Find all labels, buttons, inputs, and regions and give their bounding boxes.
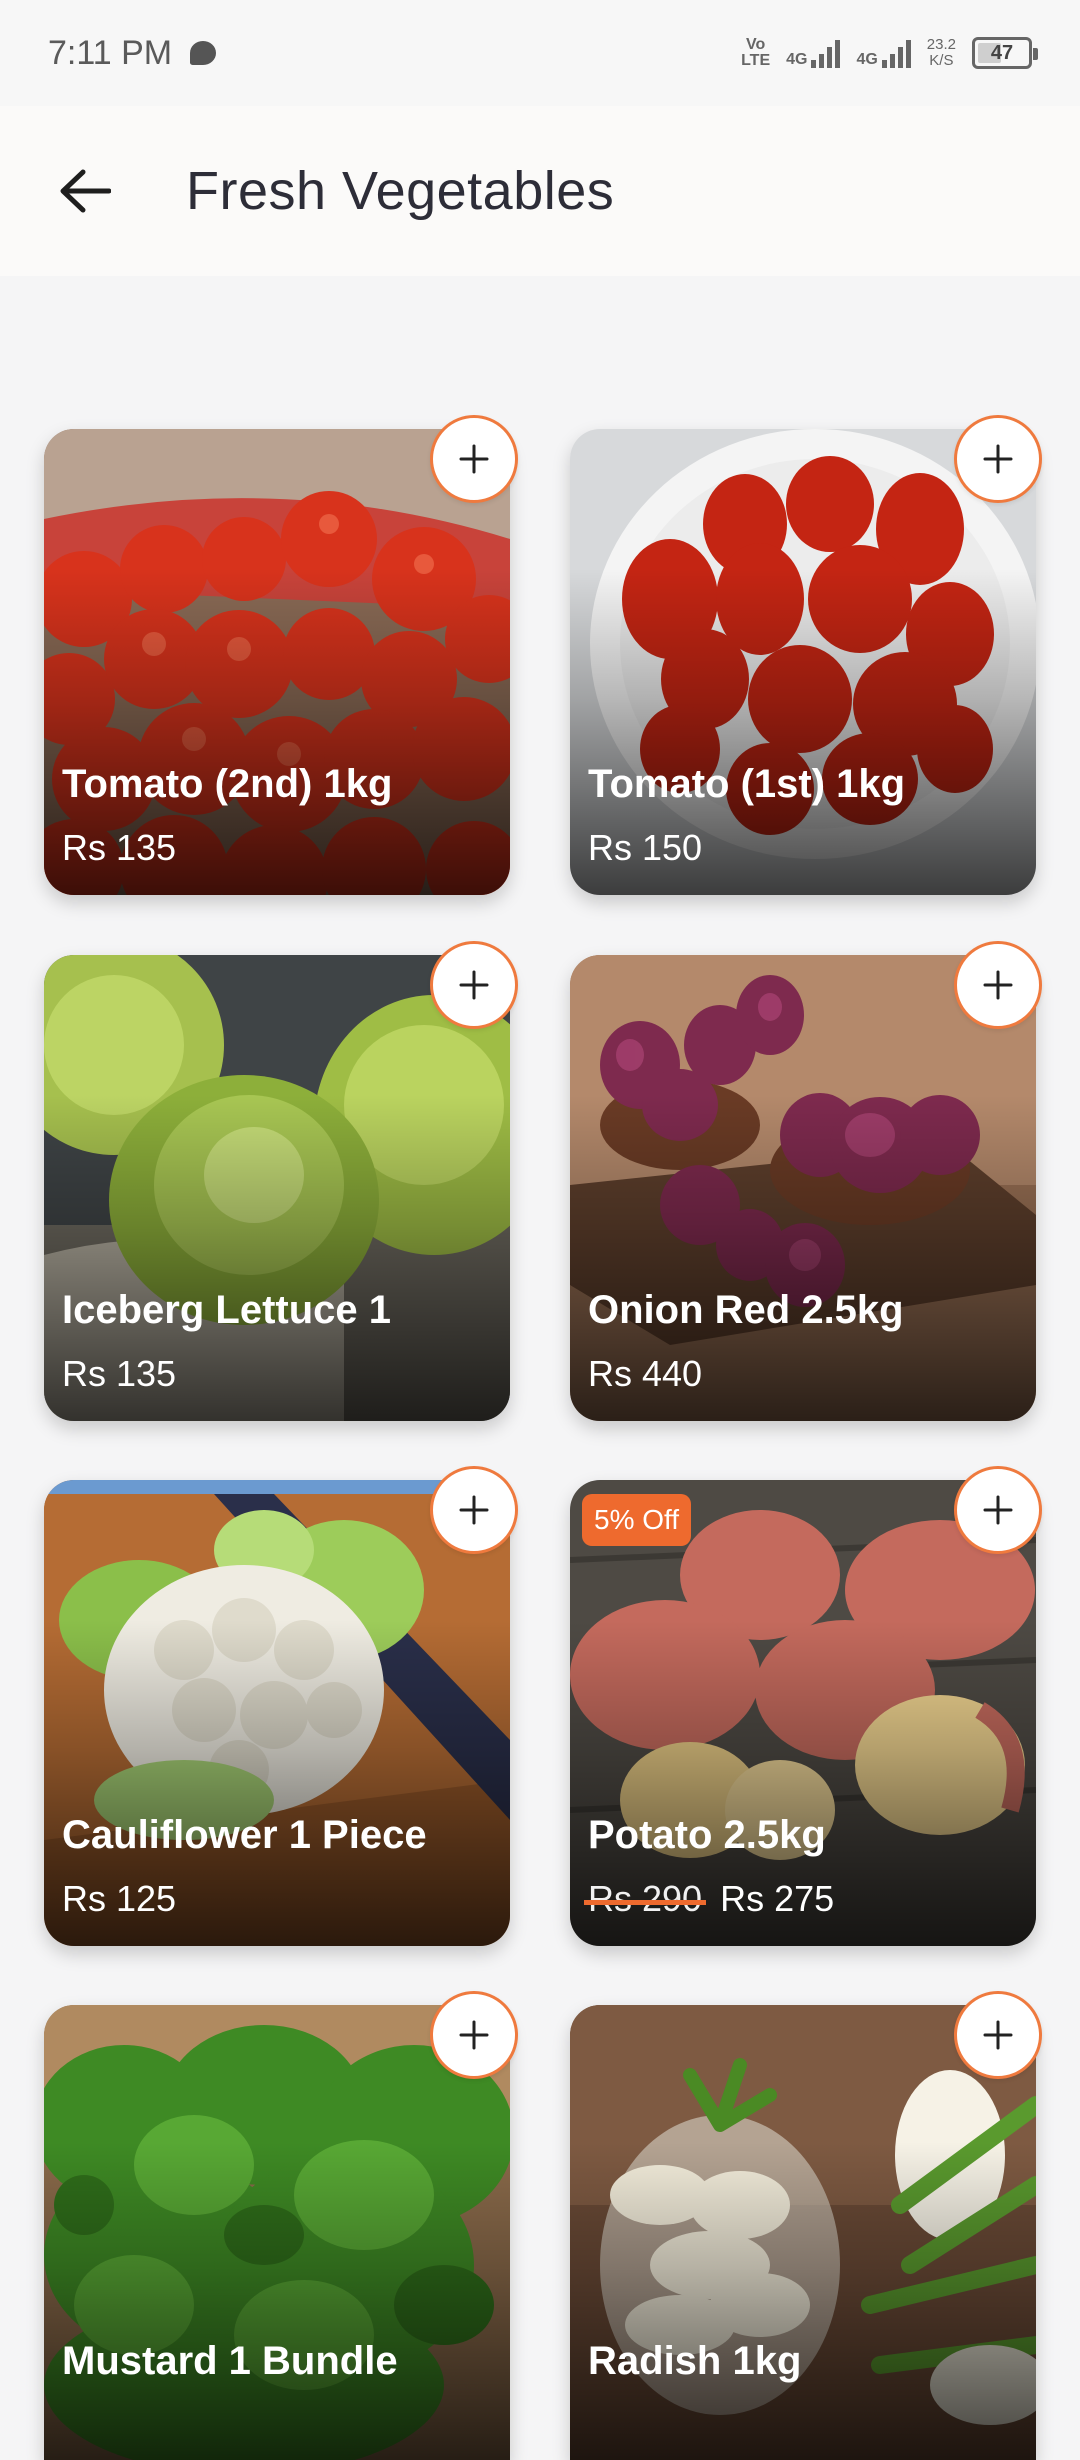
product-card[interactable]: 5% Off Potato 2.5kg Rs 290 Rs 275 (570, 1480, 1036, 1946)
product-card[interactable]: Cauliflower 1 Piece Rs 125 (44, 1480, 510, 1946)
add-to-cart-button[interactable] (430, 1466, 518, 1554)
product-card[interactable]: Iceberg Lettuce 1 Rs 135 (44, 955, 510, 1421)
product-name: Potato 2.5kg (588, 1813, 826, 1857)
product-card[interactable]: Radish 1kg (570, 2005, 1036, 2460)
product-price: Rs 150 (588, 827, 703, 868)
product-price: Rs 135 (62, 1353, 177, 1394)
product-name: Tomato (2nd) 1kg (62, 762, 393, 806)
product-price: Rs 440 (588, 1353, 703, 1394)
volte-bottom-label: LTE (741, 52, 771, 69)
battery-icon: 47 (972, 37, 1038, 69)
product-price: Rs 135 (62, 827, 177, 868)
network-type-2: 4G (856, 51, 878, 68)
product-name: Radish 1kg (588, 2339, 802, 2383)
network-speed: 23.2 K/S (927, 37, 956, 69)
product-card[interactable]: Tomato (2nd) 1kg Rs 135 (44, 429, 510, 895)
product-name: Onion Red 2.5kg (588, 1288, 904, 1332)
add-to-cart-button[interactable] (954, 1991, 1042, 2079)
original-price: Rs 290 (583, 1878, 707, 1919)
page-title: Fresh Vegetables (186, 161, 615, 221)
product-name: Iceberg Lettuce 1 (62, 1288, 392, 1332)
message-notification-icon (190, 41, 217, 65)
product-name: Cauliflower 1 Piece (62, 1813, 427, 1857)
plus-icon (459, 1495, 489, 1525)
add-to-cart-button[interactable] (430, 1991, 518, 2079)
plus-icon (983, 1495, 1013, 1525)
signal-bars-icon (811, 38, 841, 68)
signal-1: 4G (786, 38, 841, 68)
speed-unit: K/S (929, 52, 954, 69)
signal-bars-icon (881, 38, 911, 68)
status-time: 7:11 PM (48, 33, 173, 72)
plus-icon (983, 2020, 1013, 2050)
add-to-cart-button[interactable] (430, 941, 518, 1029)
arrow-left-icon (60, 169, 111, 213)
add-to-cart-button[interactable] (954, 1466, 1042, 1554)
product-price: Rs 125 (62, 1878, 177, 1919)
discount-badge: 5% Off (582, 1494, 692, 1546)
product-name: Tomato (1st) 1kg (588, 762, 906, 806)
status-icons: Vo LTE 4G 4G 23.2 K/S 47 (741, 37, 1038, 69)
add-to-cart-button[interactable] (954, 415, 1042, 503)
plus-icon (983, 444, 1013, 474)
add-to-cart-button[interactable] (430, 415, 518, 503)
signal-2: 4G (856, 38, 911, 68)
product-card[interactable]: Onion Red 2.5kg Rs 440 (570, 955, 1036, 1421)
app-bar: Fresh Vegetables (0, 106, 1080, 276)
network-type-1: 4G (786, 51, 808, 68)
speed-value: 23.2 (926, 36, 956, 53)
plus-icon (459, 970, 489, 1000)
plus-icon (983, 970, 1013, 1000)
volte-indicator: Vo LTE (741, 37, 770, 69)
status-bar: 7:11 PM Vo LTE 4G 4G 23.2 K/S 47 (0, 0, 1080, 106)
battery-level: 47 (990, 41, 1014, 64)
plus-icon (459, 2020, 489, 2050)
product-card[interactable]: Tomato (1st) 1kg Rs 150 (570, 429, 1036, 895)
plus-icon (459, 444, 489, 474)
product-name: Mustard 1 Bundle (62, 2339, 398, 2383)
volte-top-label: Vo (745, 36, 766, 53)
product-price: Rs 275 (720, 1878, 835, 1919)
back-button[interactable] (30, 136, 140, 246)
product-grid: Tomato (2nd) 1kg Rs 135 Tomato (1st) 1kg… (0, 276, 1080, 2460)
add-to-cart-button[interactable] (954, 941, 1042, 1029)
product-card[interactable]: Mustard 1 Bundle (44, 2005, 510, 2460)
